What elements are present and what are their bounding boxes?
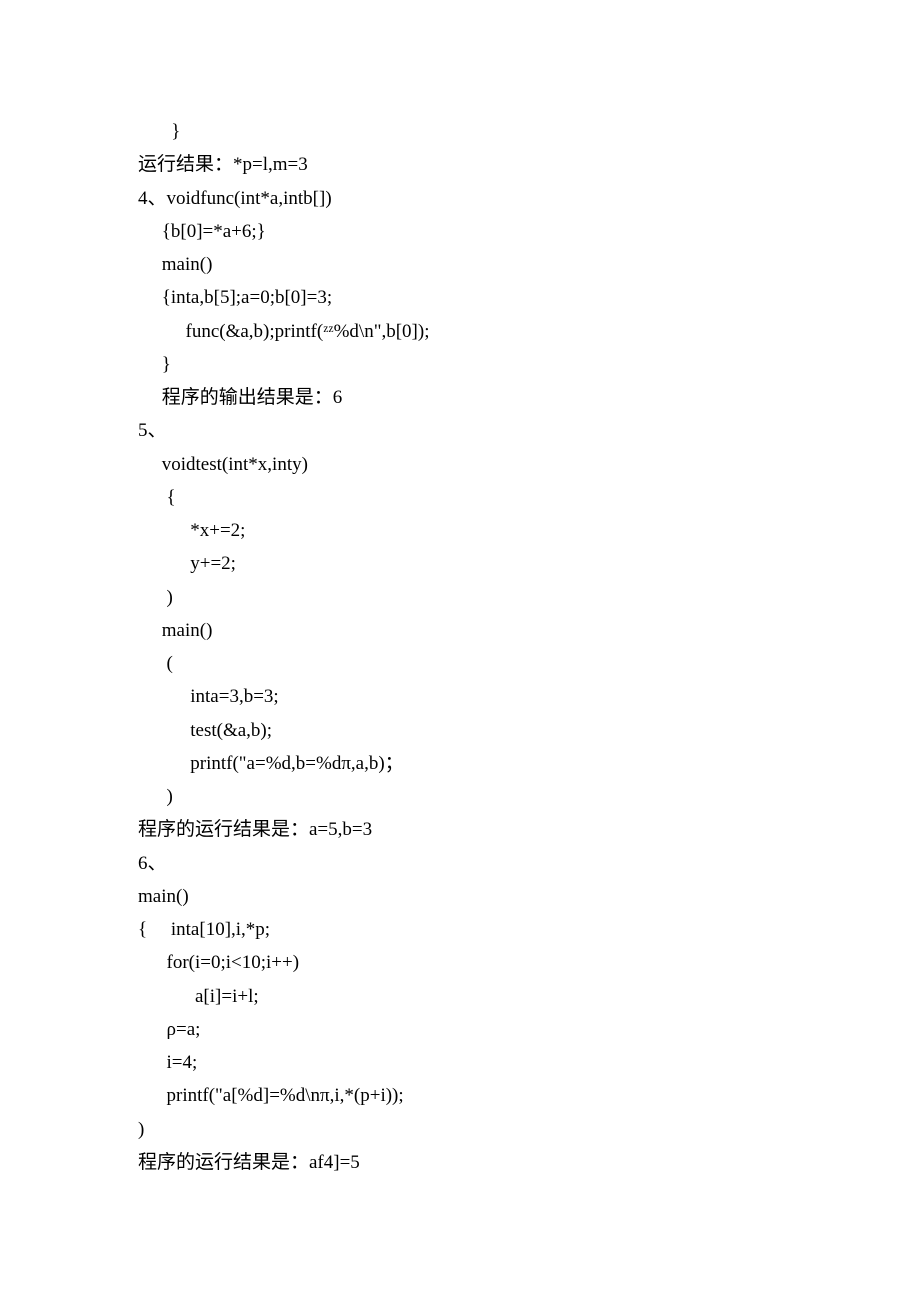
result-line: 程序的运行结果是：a=5,b=3 xyxy=(138,813,778,846)
code-line: ) xyxy=(138,1113,778,1146)
code-line: a[i]=i+l; xyxy=(138,980,778,1013)
code-line: *x+=2; xyxy=(138,514,778,547)
code-line: } xyxy=(138,348,778,381)
section-number: 6、 xyxy=(138,847,778,880)
code-line: { inta[10],i,*p; xyxy=(138,913,778,946)
code-line: test(&a,b); xyxy=(138,714,778,747)
code-line: main() xyxy=(138,248,778,281)
code-line: main() xyxy=(138,614,778,647)
code-line: main() xyxy=(138,880,778,913)
code-line: for(i=0;i<10;i++) xyxy=(138,946,778,979)
code-line: i=4; xyxy=(138,1046,778,1079)
result-line: 程序的输出结果是：6 xyxy=(138,381,778,414)
code-line: {b[0]=*a+6;} xyxy=(138,215,778,248)
code-line: ) xyxy=(138,780,778,813)
code-line: y+=2; xyxy=(138,547,778,580)
code-line: } xyxy=(138,115,778,148)
code-line: printf("a[%d]=%d\nπ,i,*(p+i)); xyxy=(138,1079,778,1112)
result-line: 程序的运行结果是：af4]=5 xyxy=(138,1146,778,1179)
code-line: { xyxy=(138,481,778,514)
section-number: 5、 xyxy=(138,414,778,447)
code-line: ) xyxy=(138,581,778,614)
code-line: ρ=a; xyxy=(138,1013,778,1046)
code-line: voidtest(int*x,inty) xyxy=(138,448,778,481)
code-line: inta=3,b=3; xyxy=(138,680,778,713)
code-line: printf("a=%d,b=%dπ,a,b)； xyxy=(138,747,778,780)
document-page: } 运行结果：*p=l,m=3 4、voidfunc(int*a,intb[])… xyxy=(0,0,778,1179)
result-line: 运行结果：*p=l,m=3 xyxy=(138,148,778,181)
code-line: {inta,b[5];a=0;b[0]=3; xyxy=(138,281,778,314)
code-line: ( xyxy=(138,647,778,680)
code-line: 4、voidfunc(int*a,intb[]) xyxy=(138,182,778,215)
code-line: func(&a,b);printf(ᶻᶻ%d\n",b[0]); xyxy=(138,315,778,348)
